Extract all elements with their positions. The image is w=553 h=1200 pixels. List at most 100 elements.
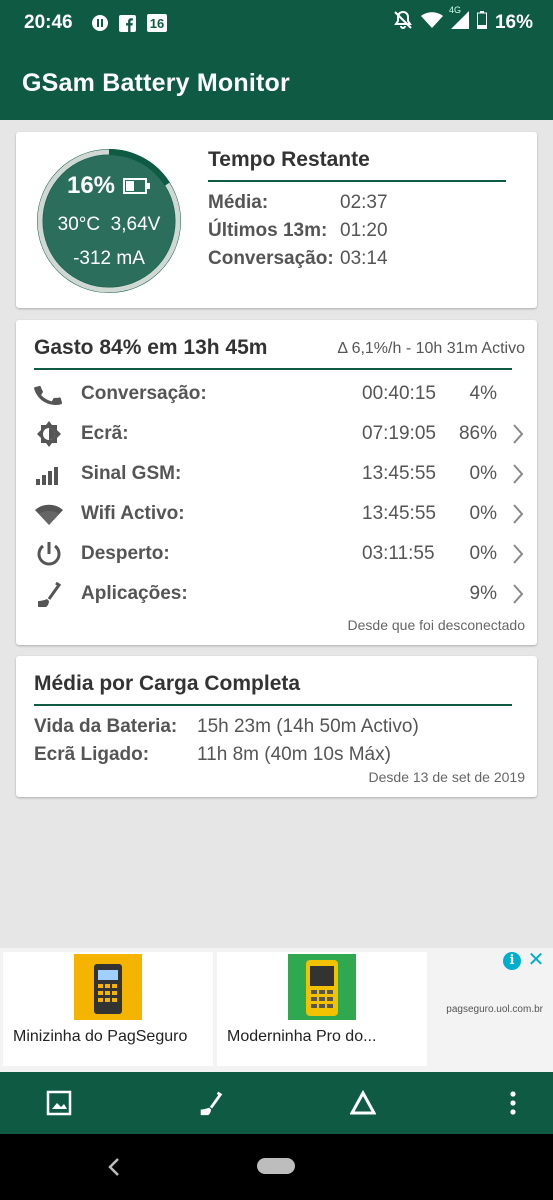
time-remaining-title: Tempo Restante [208,148,370,171]
voltage: 3,64V [110,214,161,235]
usage-time: 13:45:55 [362,463,436,484]
time-remaining-row: Últimos 13m: 01:20 [208,220,388,242]
delta-icon [350,1090,376,1115]
apps-button[interactable] [194,1086,228,1120]
usage-time: 13:45:55 [362,503,436,524]
gauge-current: -312 mA [73,248,145,269]
more-vert-icon [510,1091,516,1115]
usage-percent: 4% [469,383,497,404]
ad-item[interactable]: Minizinha do PagSeguro [3,952,213,1066]
usage-percent: 0% [469,503,497,524]
usage-row-gsm[interactable]: Sinal GSM: 13:45:55 0% [34,454,529,494]
pause-notification-icon [91,14,109,32]
usage-label: Desperto: [81,543,170,564]
ad-item-text: Moderninha Pro do... [227,1028,377,1045]
ad-item[interactable]: Moderninha Pro do... [217,952,427,1066]
image-icon [46,1090,72,1116]
system-nav-bar [0,1134,553,1200]
row-value: 15h 23m (14h 50m Activo) [197,716,419,737]
brightness-icon [34,418,72,450]
temperature: 30°C [57,214,101,235]
usage-percent: 9% [469,583,497,604]
row-label: Vida da Bateria: [34,716,178,737]
usage-rate: Δ 6,1%/h - 10h 31m Activo [337,340,525,357]
overflow-menu-button[interactable] [496,1086,530,1120]
usage-row-screen[interactable]: Ecrã: 07:19:05 86% [34,414,529,454]
row-value: 02:37 [340,192,388,213]
usage-label: Sinal GSM: [81,463,182,484]
row-value: 03:14 [340,248,388,269]
gauge-percent: 16% [32,172,186,200]
usage-row-awake[interactable]: Desperto: 03:11:55 0% [34,534,529,574]
average-since: Desde 13 de set de 2019 [368,769,525,785]
time-remaining-row: Média: 02:37 [208,192,388,214]
chevron-right-icon[interactable] [511,462,525,486]
ad-item-text: Minizinha do PagSeguro [13,1028,188,1045]
usage-card: Gasto 84% em 13h 45m Δ 6,1%/h - 10h 31m … [16,320,537,645]
status-time: 20:46 [24,12,73,33]
gauge-temp-voltage: 30°C 3,64V [32,214,186,236]
signal-icon [34,458,72,490]
calendar-badge-icon: 16 [146,13,168,33]
signal-status-icon: 4G [449,5,469,35]
wifi-status-icon [420,11,443,35]
status-right: 4G 16% [393,5,533,36]
usage-percent: 0% [469,463,497,484]
summary-card[interactable]: 16% 30°C 3,64V -312 mA Tempo Restante Mé… [16,132,537,308]
row-label: Ecrã Ligado: [34,744,150,765]
status-bar: 20:46 16 4G 16% [0,0,553,46]
wifi-icon [34,498,72,530]
battery-icon [123,178,151,194]
average-title: Média por Carga Completa [34,672,301,695]
row-label: Últimos 13m: [208,220,328,241]
bottom-action-bar [0,1072,553,1134]
row-value: 01:20 [340,220,388,241]
gauge-text: 16% 30°C 3,64V -312 mA [32,144,186,298]
row-value: 11h 8m (40m 10s Máx) [197,744,391,765]
mute-icon [393,10,413,36]
ad-close-icon[interactable]: ✕ [527,950,545,970]
facebook-icon [118,14,136,32]
power-icon [34,538,72,570]
status-battery-pct: 16% [494,12,533,33]
usage-time: 00:40:15 [362,383,436,404]
chevron-right-icon[interactable] [511,422,525,446]
chevron-right-icon[interactable] [511,582,525,606]
home-pill[interactable] [257,1158,295,1174]
apps-icon [200,1091,223,1116]
title-divider [34,704,512,706]
chevron-right-icon[interactable] [511,542,525,566]
app-bar: GSam Battery Monitor [0,46,553,120]
usage-time: 03:11:55 [362,543,435,564]
average-row: Vida da Bateria: 15h 23m (14h 50m Activo… [34,716,419,738]
usage-label: Aplicações: [81,583,188,604]
usage-title: Gasto 84% em 13h 45m [34,336,268,359]
usage-row-conversation[interactable]: Conversação: 00:40:15 4% [34,374,529,414]
back-icon[interactable] [104,1156,124,1178]
phone-icon [34,378,72,410]
usage-row-wifi[interactable]: Wifi Activo: 13:45:55 0% [34,494,529,534]
average-row: Ecrã Ligado: 11h 8m (40m 10s Máx) [34,744,391,766]
usage-percent: 86% [458,423,497,444]
battery-percent: 16% [66,172,116,199]
ad-url: pagseguro.uol.com.br [446,1004,543,1015]
card-machine-image [74,954,142,1020]
screenshot-button[interactable] [42,1086,76,1120]
title-divider [208,180,506,182]
usage-label: Wifi Activo: [81,503,185,524]
usage-time: 07:19:05 [362,423,436,444]
calendar-badge-text: 16 [149,16,163,31]
ad-banner[interactable]: Minizinha do PagSeguro Moderninha Pro do… [0,948,553,1072]
usage-row-apps[interactable]: Aplicações: 9% [34,574,529,614]
delta-button[interactable] [346,1086,380,1120]
usage-label: Conversação: [81,383,207,404]
network-type: 4G [448,5,461,15]
ad-info-icon[interactable]: i [503,952,521,970]
row-label: Média: [208,192,269,213]
row-label: Conversação: [208,248,334,269]
average-card: Média por Carga Completa Vida da Bateria… [16,656,537,797]
chevron-right-icon[interactable] [511,502,525,526]
usage-label: Ecrã: [81,423,129,444]
usage-since: Desde que foi desconectado [347,617,525,633]
card-machine-image [288,954,356,1020]
